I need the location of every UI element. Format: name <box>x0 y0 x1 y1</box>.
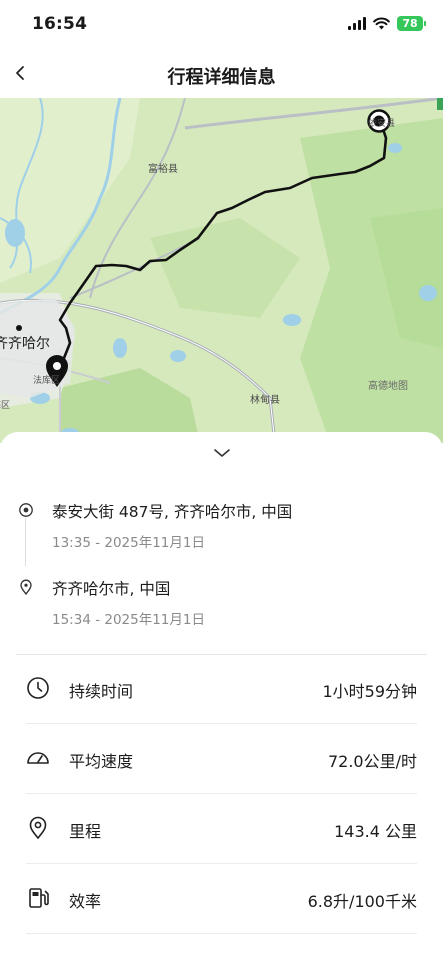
stat-distance: 里程 143.4 公里 <box>0 794 443 864</box>
map-label-district-a: 法库区 <box>33 374 60 386</box>
stat-label: 效率 <box>69 892 102 911</box>
map-label-qiqihar: 齐齐哈尔 <box>0 336 50 352</box>
status-time: 16:54 <box>32 14 88 34</box>
trip-details-sheet: 泰安大街 487号, 齐齐哈尔市, 中国 13:35 - 2025年11月1日 … <box>0 432 443 960</box>
route-map[interactable]: 富裕县 齐齐哈尔 林甸县 高德地图 法库区 梅区 依安县 <box>0 98 443 443</box>
battery-level: 78 <box>402 17 418 30</box>
wifi-icon <box>373 17 390 30</box>
stat-average-speed: 平均速度 72.0公里/时 <box>0 724 443 794</box>
page-title: 行程详细信息 <box>167 67 276 88</box>
stat-label: 里程 <box>69 822 102 841</box>
battery-icon: 78 <box>397 16 426 31</box>
nav-bar: 行程详细信息 <box>0 50 443 98</box>
cellular-signal-icon <box>348 17 366 30</box>
stat-efficiency: 效率 6.8升/100千米 <box>0 864 443 934</box>
stat-label: 平均速度 <box>69 752 134 771</box>
start-time: 13:35 - 2025年11月1日 <box>52 535 205 551</box>
route-connector <box>25 518 26 566</box>
map-label-fuyu: 富裕县 <box>148 162 178 175</box>
start-address: 泰安大街 487号, 齐齐哈尔市, 中国 <box>52 503 293 521</box>
map-label-gaode: 高德地图 <box>368 379 408 392</box>
stat-value: 143.4 公里 <box>334 822 417 841</box>
stat-label: 持续时间 <box>69 682 134 701</box>
location-pin-icon <box>29 816 47 840</box>
status-icons: 78 <box>348 16 426 31</box>
map-label-district-b: 梅区 <box>0 399 10 411</box>
end-point-icon <box>20 579 32 595</box>
map-label-county-top: 依安县 <box>368 117 395 129</box>
speedometer-icon <box>27 752 49 764</box>
end-time: 15:34 - 2025年11月1日 <box>52 612 205 628</box>
chevron-down-icon[interactable] <box>211 446 233 460</box>
stat-value: 1小时59分钟 <box>322 682 417 701</box>
clock-icon <box>27 677 49 699</box>
stat-value: 6.8升/100千米 <box>307 892 417 911</box>
stat-value: 72.0公里/时 <box>327 752 417 771</box>
fuel-pump-icon <box>29 888 49 908</box>
status-bar: 16:54 78 <box>0 0 443 46</box>
stat-duration: 持续时间 1小时59分钟 <box>0 654 443 724</box>
end-address: 齐齐哈尔市, 中国 <box>52 580 171 598</box>
map-label-linxian: 林甸县 <box>250 393 280 406</box>
start-point-icon <box>19 503 33 517</box>
